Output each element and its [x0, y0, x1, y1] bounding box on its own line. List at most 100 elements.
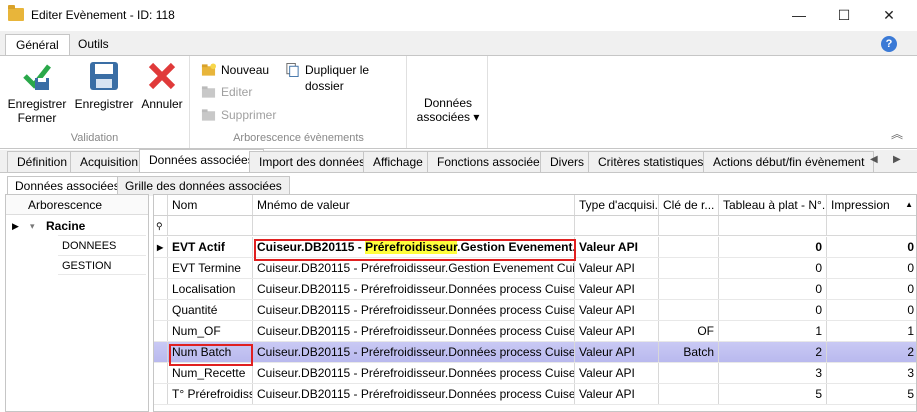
ribbon-tab-tools[interactable]: Outils [68, 34, 119, 55]
tab-acquisition[interactable]: Acquisition [70, 151, 149, 172]
table-row[interactable]: Num Batch Cuiseur.DB20115 - Prérefroidiss… [154, 342, 916, 363]
filter-cell[interactable] [575, 216, 659, 235]
cell-impression[interactable]: 3 [827, 363, 916, 383]
cell-type[interactable]: Valeur API [575, 363, 659, 383]
tab-statistics[interactable]: Critères statistiques [588, 151, 714, 172]
cell-type[interactable]: Valeur API [575, 279, 659, 299]
ribbon-tab-general[interactable]: Général [5, 34, 70, 55]
tab-scroll-right-icon[interactable]: ▶ [893, 154, 901, 165]
cell-mnemo[interactable]: Cuiseur.DB20115 - Prérefroidisseur.Gesti… [253, 258, 575, 278]
filter-cell[interactable] [827, 216, 916, 235]
cell-cle[interactable] [659, 279, 719, 299]
table-row[interactable]: Num_Recette Cuiseur.DB20115 - Prérefroidi… [154, 363, 916, 384]
tab-associated-functions[interactable]: Fonctions associées [427, 151, 556, 172]
table-row[interactable]: Quantité Cuiseur.DB20115 - Prérefroidisse… [154, 300, 916, 321]
cell-type[interactable]: Valeur API [575, 300, 659, 320]
cell-nom[interactable]: Num_OF [168, 321, 253, 341]
cell-type[interactable]: Valeur API [575, 321, 659, 341]
cell-impression[interactable]: 0 [827, 237, 916, 257]
col-header-nom[interactable]: Nom [168, 195, 253, 215]
cell-mnemo[interactable]: Cuiseur.DB20115 - Prérefroidisseur.Donné… [253, 321, 575, 341]
cell-type[interactable]: Valeur API [575, 384, 659, 404]
maximize-button[interactable]: ☐ [829, 6, 859, 24]
table-row[interactable]: Localisation Cuiseur.DB20115 - Prérefroid… [154, 279, 916, 300]
table-row[interactable]: ▶ EVT Actif Cuiseur.DB20115 - Prérefroidis… [154, 237, 916, 258]
col-header-mnemo[interactable]: Mnémo de valeur [253, 195, 575, 215]
tree-node-root[interactable]: Racine [46, 216, 85, 236]
row-indicator[interactable] [154, 300, 168, 320]
cell-nom[interactable]: EVT Termine [168, 258, 253, 278]
cell-tableau[interactable]: 0 [719, 237, 827, 257]
cell-tableau[interactable]: 1 [719, 321, 827, 341]
row-indicator[interactable] [154, 258, 168, 278]
tab-definition[interactable]: Définition [7, 151, 78, 172]
collapse-ribbon-icon[interactable]: ︽ [891, 125, 903, 142]
minimize-button[interactable]: — [784, 6, 814, 24]
cell-type[interactable]: Valeur API [575, 237, 659, 257]
row-indicator[interactable] [154, 384, 168, 404]
cell-cle[interactable] [659, 237, 719, 257]
tab-data-import[interactable]: Import des données [249, 151, 376, 172]
tab-start-end-actions[interactable]: Actions début/fin évènement [703, 151, 875, 172]
tree-node-gestion[interactable]: GESTION [58, 255, 146, 275]
table-row[interactable]: Num_OF Cuiseur.DB20115 - Prérefroidisseur… [154, 321, 916, 342]
cell-nom[interactable]: Num_Recette [168, 363, 253, 383]
help-icon[interactable]: ? [881, 36, 897, 52]
cell-cle[interactable] [659, 363, 719, 383]
cell-mnemo[interactable]: Cuiseur.DB20115 - Prérefroidisseur.Donné… [253, 384, 575, 404]
table-row[interactable]: EVT Termine Cuiseur.DB20115 - Prérefroidi… [154, 258, 916, 279]
tab-display[interactable]: Affichage [363, 151, 433, 172]
cell-nom[interactable]: Num Batch [168, 342, 253, 362]
col-header-cle[interactable]: Clé de r... [659, 195, 719, 215]
save-close-button[interactable]: Enregistrer Fermer [6, 60, 68, 125]
new-button[interactable]: Nouveau [201, 62, 269, 80]
tree-node-donnees[interactable]: DONNEES [58, 235, 146, 255]
associated-data-dropdown[interactable]: Données associées ▾ [413, 96, 483, 124]
cell-nom[interactable]: Quantité [168, 300, 253, 320]
tab-scroll-left-icon[interactable]: ◀ [870, 154, 878, 165]
cell-nom[interactable]: EVT Actif [168, 237, 253, 257]
save-button[interactable]: Enregistrer [74, 60, 134, 111]
cell-impression[interactable]: 5 [827, 384, 916, 404]
filter-cell[interactable] [659, 216, 719, 235]
cell-tableau[interactable]: 0 [719, 279, 827, 299]
filter-row[interactable]: ⚲ [154, 216, 916, 236]
cell-tableau[interactable]: 3 [719, 363, 827, 383]
cell-mnemo[interactable]: Cuiseur.DB20115 - Prérefroidisseur.Donné… [253, 279, 575, 299]
cell-type[interactable]: Valeur API [575, 342, 659, 362]
filter-cell[interactable] [168, 216, 253, 235]
cell-type[interactable]: Valeur API [575, 258, 659, 278]
row-indicator[interactable] [154, 279, 168, 299]
cell-impression[interactable]: 0 [827, 300, 916, 320]
cell-impression[interactable]: 0 [827, 279, 916, 299]
cell-mnemo[interactable]: Cuiseur.DB20115 - Prérefroidisseur.Donné… [253, 342, 575, 362]
filter-cell[interactable] [253, 216, 575, 235]
cell-impression[interactable]: 2 [827, 342, 916, 362]
cell-impression[interactable]: 0 [827, 258, 916, 278]
cell-nom[interactable]: Localisation [168, 279, 253, 299]
row-indicator[interactable] [154, 321, 168, 341]
subtab-associated-data-grid[interactable]: Grille des données associées [117, 176, 290, 196]
cell-tableau[interactable]: 0 [719, 300, 827, 320]
filter-cell[interactable] [719, 216, 827, 235]
table-row[interactable]: T° Prérefroidiss Cuiseur.DB20115 - Préref… [154, 384, 916, 405]
delete-button[interactable]: Supprimer [201, 107, 276, 125]
tab-misc[interactable]: Divers [540, 151, 595, 172]
row-indicator[interactable] [154, 342, 168, 362]
col-header-impression[interactable]: Impression ▲ [827, 195, 916, 215]
row-indicator[interactable] [154, 363, 168, 383]
cell-cle[interactable] [659, 300, 719, 320]
cell-cle[interactable] [659, 384, 719, 404]
cancel-button[interactable]: Annuler [138, 60, 186, 111]
tree-collapse-icon[interactable]: ▾ [30, 216, 35, 236]
cell-tableau[interactable]: 0 [719, 258, 827, 278]
close-button[interactable]: ✕ [874, 6, 904, 24]
cell-cle[interactable]: OF [659, 321, 719, 341]
cell-cle[interactable]: Batch [659, 342, 719, 362]
cell-tableau[interactable]: 2 [719, 342, 827, 362]
cell-tableau[interactable]: 5 [719, 384, 827, 404]
col-header-type[interactable]: Type d'acquisi... [575, 195, 659, 215]
cell-nom[interactable]: T° Prérefroidiss [168, 384, 253, 404]
edit-button[interactable]: Editer [201, 84, 252, 102]
current-row-arrow-icon[interactable]: ▶ [154, 237, 168, 257]
